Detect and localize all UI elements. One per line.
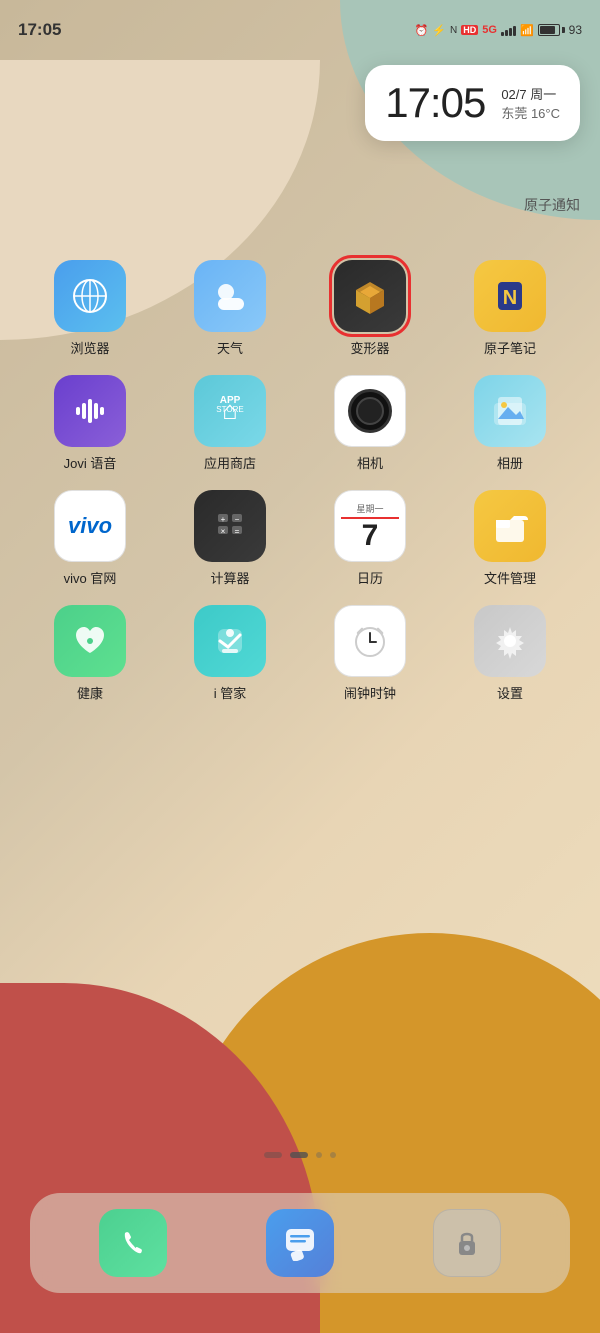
gallery-label: 相册	[497, 453, 523, 472]
status-icons: ⏰ ⚡ N HD 5G 📶 93	[415, 23, 582, 37]
signal-icon	[501, 24, 516, 36]
app-settings[interactable]: 设置	[455, 605, 565, 702]
dock	[30, 1193, 570, 1293]
calc-label: 计算器	[210, 568, 249, 587]
gallery-icon	[474, 375, 546, 447]
browser-label: 浏览器	[70, 338, 109, 357]
page-indicator-1	[264, 1152, 282, 1158]
browser-icon	[54, 260, 126, 332]
alarm-label: 闹钟时钟	[344, 683, 396, 702]
settings-label: 设置	[497, 683, 523, 702]
5g-badge: 5G	[482, 24, 497, 36]
app-calendar[interactable]: 星期一 7 日历	[315, 490, 425, 587]
clock-date: 02/7 周一	[501, 84, 556, 103]
status-bar: 17:05 ⏰ ⚡ N HD 5G 📶 93	[0, 0, 600, 50]
vivo-icon: vivo	[54, 490, 126, 562]
bluetooth-icon: ⚡	[432, 24, 446, 37]
health-icon	[54, 605, 126, 677]
manager-label: i 管家	[214, 683, 247, 702]
page-indicator-4	[330, 1152, 336, 1158]
page-indicator-2	[290, 1152, 308, 1158]
app-health[interactable]: 健康	[35, 605, 145, 702]
appstore-label: 应用商店	[204, 453, 256, 472]
battery-percent: 93	[569, 23, 582, 37]
dock-lock[interactable]	[433, 1209, 501, 1277]
app-calc[interactable]: + − × = 计算器	[175, 490, 285, 587]
health-label: 健康	[77, 683, 103, 702]
weather-label: 天气	[217, 338, 243, 357]
calendar-label: 日历	[357, 568, 383, 587]
jovi-icon	[54, 375, 126, 447]
transformer-label: 变形器	[350, 338, 389, 357]
hd-badge: HD	[461, 25, 478, 35]
clock-time: 17:05	[385, 79, 485, 127]
status-time: 17:05	[18, 20, 61, 40]
app-row-1: 浏览器 天气	[20, 260, 580, 357]
app-browser[interactable]: 浏览器	[35, 260, 145, 357]
app-camera[interactable]: 相机	[315, 375, 425, 472]
svg-text:−: −	[235, 515, 240, 524]
svg-text:×: ×	[221, 527, 226, 536]
nfc-icon: N	[450, 25, 457, 36]
vivo-label: vivo 官网	[64, 568, 117, 587]
dock-phone[interactable]	[99, 1209, 167, 1277]
page-indicator-3	[316, 1152, 322, 1158]
alarm-icon: ⏰	[415, 24, 429, 37]
notes-label: 原子笔记	[484, 338, 536, 357]
calendar-icon: 星期一 7	[334, 490, 406, 562]
alarm-icon	[334, 605, 406, 677]
app-alarm[interactable]: 闹钟时钟	[315, 605, 425, 702]
transformer-icon	[334, 260, 406, 332]
svg-text:STORE: STORE	[216, 405, 243, 414]
camera-label: 相机	[357, 453, 383, 472]
app-row-2: Jovi 语音 ⌂ APP STORE 应用商店 相机	[20, 375, 580, 472]
app-files[interactable]: 文件管理	[455, 490, 565, 587]
app-appstore[interactable]: ⌂ APP STORE 应用商店	[175, 375, 285, 472]
app-row-3: vivo vivo 官网 + − × = 计算器	[20, 490, 580, 587]
appstore-icon: ⌂ APP STORE	[194, 375, 266, 447]
files-label: 文件管理	[484, 568, 536, 587]
svg-text:+: +	[221, 515, 226, 524]
app-manager[interactable]: i 管家	[175, 605, 285, 702]
app-grid: 浏览器 天气	[0, 260, 600, 720]
files-icon	[474, 490, 546, 562]
clock-info: 02/7 周一 东莞 16°C	[501, 84, 560, 122]
app-vivo-web[interactable]: vivo vivo 官网	[35, 490, 145, 587]
app-gallery[interactable]: 相册	[455, 375, 565, 472]
calc-icon: + − × =	[194, 490, 266, 562]
jovi-label: Jovi 语音	[64, 453, 117, 472]
notes-icon: N	[474, 260, 546, 332]
camera-icon	[334, 375, 406, 447]
dock-messages[interactable]	[266, 1209, 334, 1277]
battery-indicator	[538, 24, 565, 36]
app-jovi[interactable]: Jovi 语音	[35, 375, 145, 472]
clock-widget[interactable]: 17:05 02/7 周一 东莞 16°C	[365, 65, 580, 141]
app-transformer[interactable]: 变形器	[315, 260, 425, 357]
manager-icon	[194, 605, 266, 677]
clock-weather: 东莞 16°C	[501, 103, 560, 122]
app-notes[interactable]: N 原子笔记	[455, 260, 565, 357]
atomic-notification[interactable]: 原子通知	[524, 195, 580, 215]
app-weather[interactable]: 天气	[175, 260, 285, 357]
svg-text:N: N	[503, 287, 517, 309]
app-row-4: 健康 i 管家	[20, 605, 580, 702]
settings-icon	[474, 605, 546, 677]
atomic-notif-label: 原子通知	[524, 197, 580, 213]
svg-text:=: =	[235, 527, 240, 536]
weather-icon	[194, 260, 266, 332]
wifi-icon: 📶	[520, 24, 534, 37]
page-indicators	[0, 1152, 600, 1158]
